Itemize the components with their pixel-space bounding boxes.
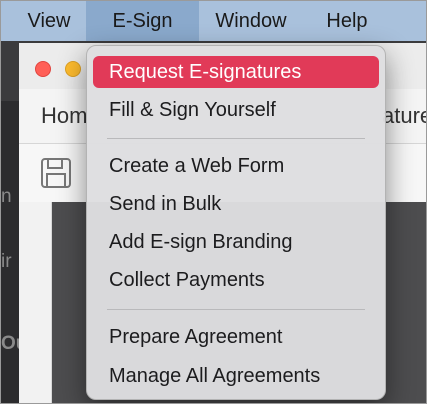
minimize-window-button[interactable] <box>65 61 81 77</box>
menu-item-request-e-signatures[interactable]: Request E-signatures <box>93 56 379 88</box>
menu-item-create-web-form[interactable]: Create a Web Form <box>93 150 379 182</box>
background-side-panel: n ir Ou <box>1 101 19 403</box>
menu-help[interactable]: Help <box>306 1 388 41</box>
menu-item-collect-payments[interactable]: Collect Payments <box>93 264 379 296</box>
tab-home[interactable]: Hom <box>41 103 87 129</box>
menu-item-add-e-sign-branding[interactable]: Add E-sign Branding <box>93 226 379 258</box>
left-pane <box>19 202 52 403</box>
menu-view[interactable]: View <box>9 1 89 41</box>
menu-item-send-in-bulk[interactable]: Send in Bulk <box>93 188 379 220</box>
menu-item-prepare-agreement[interactable]: Prepare Agreement <box>93 321 379 353</box>
menu-window[interactable]: Window <box>199 1 303 41</box>
menu-separator <box>107 309 365 310</box>
save-icon[interactable] <box>39 156 73 195</box>
tab-right-partial[interactable]: ature <box>382 103 426 129</box>
side-label-1: n <box>1 186 12 207</box>
menu-item-manage-all-agreements[interactable]: Manage All Agreements <box>93 360 379 392</box>
menu-bar: View E-Sign Window Help <box>1 1 426 41</box>
screenshot-frame: View E-Sign Window Help n ir Ou Hom atur… <box>0 0 427 404</box>
close-window-button[interactable] <box>35 61 51 77</box>
side-label-3: Ou <box>1 333 19 354</box>
menu-item-fill-and-sign-yourself[interactable]: Fill & Sign Yourself <box>93 94 379 126</box>
menu-separator <box>107 138 365 139</box>
menu-e-sign[interactable]: E-Sign <box>86 1 199 41</box>
e-sign-dropdown-menu: Request E-signatures Fill & Sign Yoursel… <box>86 45 386 400</box>
side-label-2: ir <box>1 251 12 272</box>
